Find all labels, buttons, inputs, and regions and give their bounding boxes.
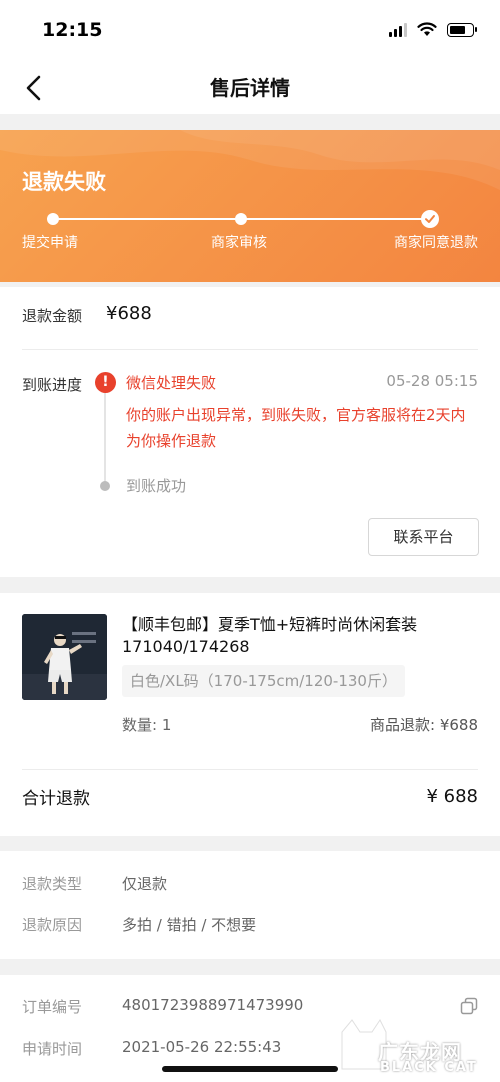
contact-platform-button[interactable]: 联系平台 [368, 518, 479, 556]
product-quantity: 数量: 1 [122, 716, 172, 734]
divider [22, 769, 478, 770]
timeline-failed-description: 你的账户出现异常，到账失败，官方客服将在2天内为你操作退款 [126, 406, 466, 450]
timeline-success-title: 到账成功 [126, 477, 187, 495]
timeline-dot [100, 481, 110, 491]
refund-status-title: 退款失败 [22, 170, 106, 194]
order-number-label: 订单编号 [22, 998, 83, 1016]
nav-bar: 售后详情 [0, 62, 500, 114]
refund-card: 退款金额 ¥688 到账进度 ! 微信处理失败 05-28 05:15 你的账户… [0, 287, 500, 577]
timeline-failed-title: 微信处理失败 [126, 374, 217, 392]
product-photo [22, 614, 107, 700]
apply-time-value: 2021-05-26 22:55:43 [122, 1038, 282, 1056]
watermark-en: BLACK CAT [380, 1060, 478, 1075]
progress-label-step-2: 商家审核 [211, 235, 267, 251]
wifi-icon [417, 22, 437, 36]
refund-type-value: 仅退款 [122, 875, 168, 893]
page-title: 售后详情 [210, 76, 290, 100]
divider [22, 349, 478, 350]
arrival-progress-label: 到账进度 [22, 376, 83, 394]
battery-icon [447, 22, 477, 37]
progress-label-step-3: 商家同意退款 [394, 235, 478, 251]
total-refund-value: ¥ 688 [426, 786, 478, 807]
product-card: 【顺丰包邮】夏季T恤+短裤时尚休闲套装171040/174268 白色/XL码（… [0, 593, 500, 836]
check-icon [425, 215, 435, 223]
refund-info-card: 退款类型 仅退款 退款原因 多拍 / 错拍 / 不想要 [0, 851, 500, 959]
progress-label-step-1: 提交申请 [22, 235, 78, 251]
progress-check-step-3 [421, 210, 439, 228]
progress-dot-step-1 [47, 213, 59, 225]
product-sku: 白色/XL码（170-175cm/120-130斤） [122, 665, 405, 697]
product-thumbnail[interactable] [22, 614, 107, 700]
refund-reason-value: 多拍 / 错拍 / 不想要 [122, 916, 257, 934]
product-refund-amount: 商品退款: ¥688 [370, 716, 478, 734]
progress-dot-step-2 [235, 213, 247, 225]
apply-time-label: 申请时间 [22, 1040, 83, 1058]
banner-wave-decoration [0, 130, 500, 190]
refund-status-banner: 退款失败 提交申请 商家审核 商家同意退款 [0, 130, 500, 282]
after-sale-detail-page: 12:15 售后详情 退款失败 提交申请 商家审核 商家同意退款 退款金额 ¥6… [0, 0, 500, 1082]
order-number-value: 4801723988971473990 [122, 996, 304, 1014]
home-indicator[interactable] [162, 1066, 338, 1072]
battery-level [450, 25, 465, 34]
status-bar: 12:15 [0, 0, 500, 62]
timeline-line [104, 380, 106, 484]
total-refund-label: 合计退款 [22, 789, 90, 809]
timeline-failed-time: 05-28 05:15 [386, 372, 478, 390]
refund-reason-label: 退款原因 [22, 916, 83, 934]
product-title[interactable]: 【顺丰包邮】夏季T恤+短裤时尚休闲套装171040/174268 [122, 614, 480, 658]
status-time: 12:15 [42, 19, 103, 41]
refund-amount-value: ¥688 [106, 303, 152, 324]
refund-amount-label: 退款金额 [22, 307, 83, 325]
status-icons [389, 22, 477, 37]
alert-icon: ! [95, 372, 116, 393]
watermark: 广东龙网 BLACK CAT [332, 1008, 497, 1080]
refund-type-label: 退款类型 [22, 875, 83, 893]
cellular-signal-icon [389, 22, 407, 37]
